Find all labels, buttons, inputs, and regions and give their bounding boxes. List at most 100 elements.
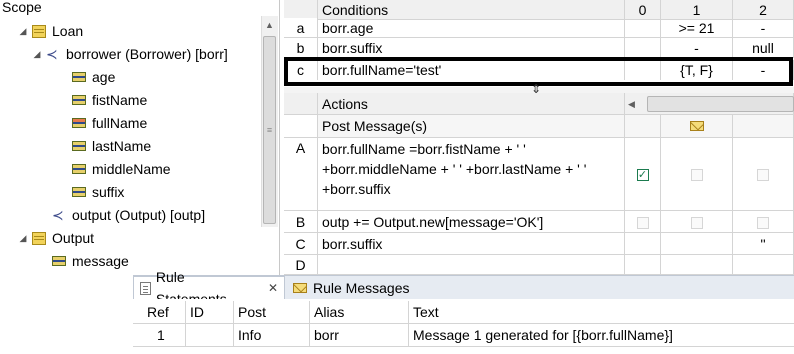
attribute-icon (52, 256, 66, 266)
tree-node-message[interactable]: message (52, 250, 129, 272)
message-id[interactable] (186, 324, 234, 347)
entity-icon (32, 231, 46, 245)
horizontal-scrollbar-thumb[interactable] (647, 96, 794, 112)
tree-node-age[interactable]: age (72, 66, 115, 88)
action-expression[interactable] (318, 255, 625, 275)
action-line: +borr.suffix (322, 181, 391, 197)
condition-expression[interactable]: borr.fullName='test' (318, 60, 625, 80)
checkbox-icon[interactable] (757, 169, 769, 182)
column-header-post[interactable]: Post (234, 301, 310, 324)
action-cell[interactable] (661, 211, 733, 233)
tree-node-suffix[interactable]: suffix (72, 181, 124, 203)
action-cell[interactable] (661, 233, 733, 255)
rule-column-2-header[interactable]: 2 (733, 0, 794, 20)
action-row-label: D (284, 255, 318, 275)
condition-expression[interactable]: borr.age (318, 18, 625, 38)
tab-rule-messages[interactable]: Rule Messages (287, 276, 416, 299)
condition-cell[interactable]: null (733, 38, 794, 58)
action-line: borr.fullName =borr.fistName + ' ' (322, 141, 526, 157)
condition-cell[interactable] (625, 18, 661, 38)
tree-node-label: fistName (92, 92, 148, 108)
action-cell[interactable]: ✓ (625, 138, 661, 211)
tree-node-label: middleName (92, 161, 171, 177)
action-cell[interactable] (661, 255, 733, 275)
tree-node-lastname[interactable]: lastName (72, 135, 151, 157)
column-header-alias[interactable]: Alias (310, 301, 409, 324)
condition-cell[interactable]: - (733, 18, 794, 38)
action-expression[interactable]: outp += Output.new[message='OK'] (318, 211, 625, 233)
attribute-warning-icon (72, 118, 86, 128)
condition-cell[interactable]: - (733, 60, 794, 80)
condition-cell[interactable]: - (661, 38, 733, 58)
conditions-header: Conditions (318, 0, 625, 20)
close-icon[interactable]: ✕ (268, 277, 278, 299)
association-icon: ≺ (46, 46, 58, 62)
action-cell[interactable]: '' (733, 233, 794, 255)
collapse-icon[interactable]: ◢ (32, 43, 42, 65)
action-cell[interactable] (733, 138, 794, 211)
checkbox-icon[interactable] (690, 217, 703, 230)
column-header-id[interactable]: ID (186, 301, 234, 324)
grid-corner (284, 0, 318, 20)
action-cell[interactable] (625, 211, 661, 233)
column-header-text[interactable]: Text (409, 301, 794, 324)
attribute-icon (72, 187, 86, 197)
attribute-icon (72, 141, 86, 151)
tree-node-output-assoc[interactable]: ≺ output (Output) [outp] (52, 204, 205, 226)
action-cell[interactable] (661, 138, 733, 211)
condition-cell[interactable] (625, 38, 661, 58)
action-row-label: C (284, 233, 318, 255)
tree-node-fistname[interactable]: fistName (72, 89, 147, 111)
tab-label: Rule Messages (313, 279, 410, 296)
action-row-label: B (284, 211, 318, 233)
condition-cell[interactable]: {T, F} (661, 60, 733, 80)
tree-node-label: message (72, 253, 129, 269)
tree-node-label: fullName (92, 115, 148, 131)
action-cell[interactable] (625, 233, 661, 255)
action-expression[interactable]: borr.suffix (318, 233, 625, 255)
rule-column-1-header[interactable]: 1 (661, 0, 733, 20)
message-post[interactable]: Info (234, 324, 310, 347)
scroll-left-icon[interactable]: ◀ (628, 96, 642, 112)
column-header-ref[interactable]: Ref (133, 301, 186, 324)
checkbox-icon[interactable] (757, 217, 769, 230)
tree-node-borrower[interactable]: ◢ ≺ borrower (Borrower) [borr] (32, 43, 228, 65)
condition-row-label: c (284, 60, 318, 80)
tree-node-label: age (92, 69, 116, 85)
message-alias[interactable]: borr (310, 324, 409, 347)
tree-node-middlename[interactable]: middleName (72, 158, 171, 180)
condition-expression[interactable]: borr.suffix (318, 38, 625, 58)
post-message-cell[interactable] (661, 115, 733, 138)
action-cell[interactable] (733, 211, 794, 233)
collapse-icon[interactable]: ◢ (18, 20, 28, 42)
tree-node-label: suffix (92, 184, 125, 200)
condition-cell[interactable] (625, 60, 661, 80)
message-text[interactable]: Message 1 generated for [{borr.fullName}… (409, 324, 794, 347)
condition-row-label: a (284, 18, 318, 38)
checkbox-checked-icon[interactable]: ✓ (636, 169, 649, 182)
post-message-corner (284, 115, 318, 138)
tree-node-label: Loan (52, 23, 84, 39)
rule-column-0-header[interactable]: 0 (625, 0, 661, 20)
attribute-icon (72, 164, 86, 174)
condition-cell[interactable]: >= 21 (661, 18, 733, 38)
action-cell[interactable] (733, 255, 794, 275)
document-icon (140, 281, 151, 295)
checkbox-icon[interactable] (636, 217, 649, 230)
tree-node-output[interactable]: ◢ Output (18, 227, 95, 249)
tree-node-loan[interactable]: ◢ Loan (18, 20, 84, 42)
tree-node-label: borrower (Borrower) [borr] (66, 46, 228, 62)
action-line: +borr.middleName + ' ' +borr.lastName + … (322, 161, 587, 177)
tab-rule-statements[interactable]: Rule Statements ✕ (133, 269, 285, 307)
scroll-up-icon[interactable]: ▲ (261, 16, 278, 34)
tree-node-label: Output (52, 230, 95, 246)
tree-node-fullname[interactable]: fullName (72, 112, 147, 134)
mail-icon (293, 282, 307, 293)
action-cell[interactable] (625, 255, 661, 275)
action-expression[interactable]: borr.fullName =borr.fistName + ' ' +borr… (318, 138, 625, 211)
collapse-icon[interactable]: ◢ (18, 227, 28, 249)
post-message-cell[interactable] (625, 115, 661, 138)
message-ref[interactable]: 1 (133, 324, 186, 347)
post-message-cell[interactable] (733, 115, 794, 138)
checkbox-icon[interactable] (690, 169, 703, 182)
